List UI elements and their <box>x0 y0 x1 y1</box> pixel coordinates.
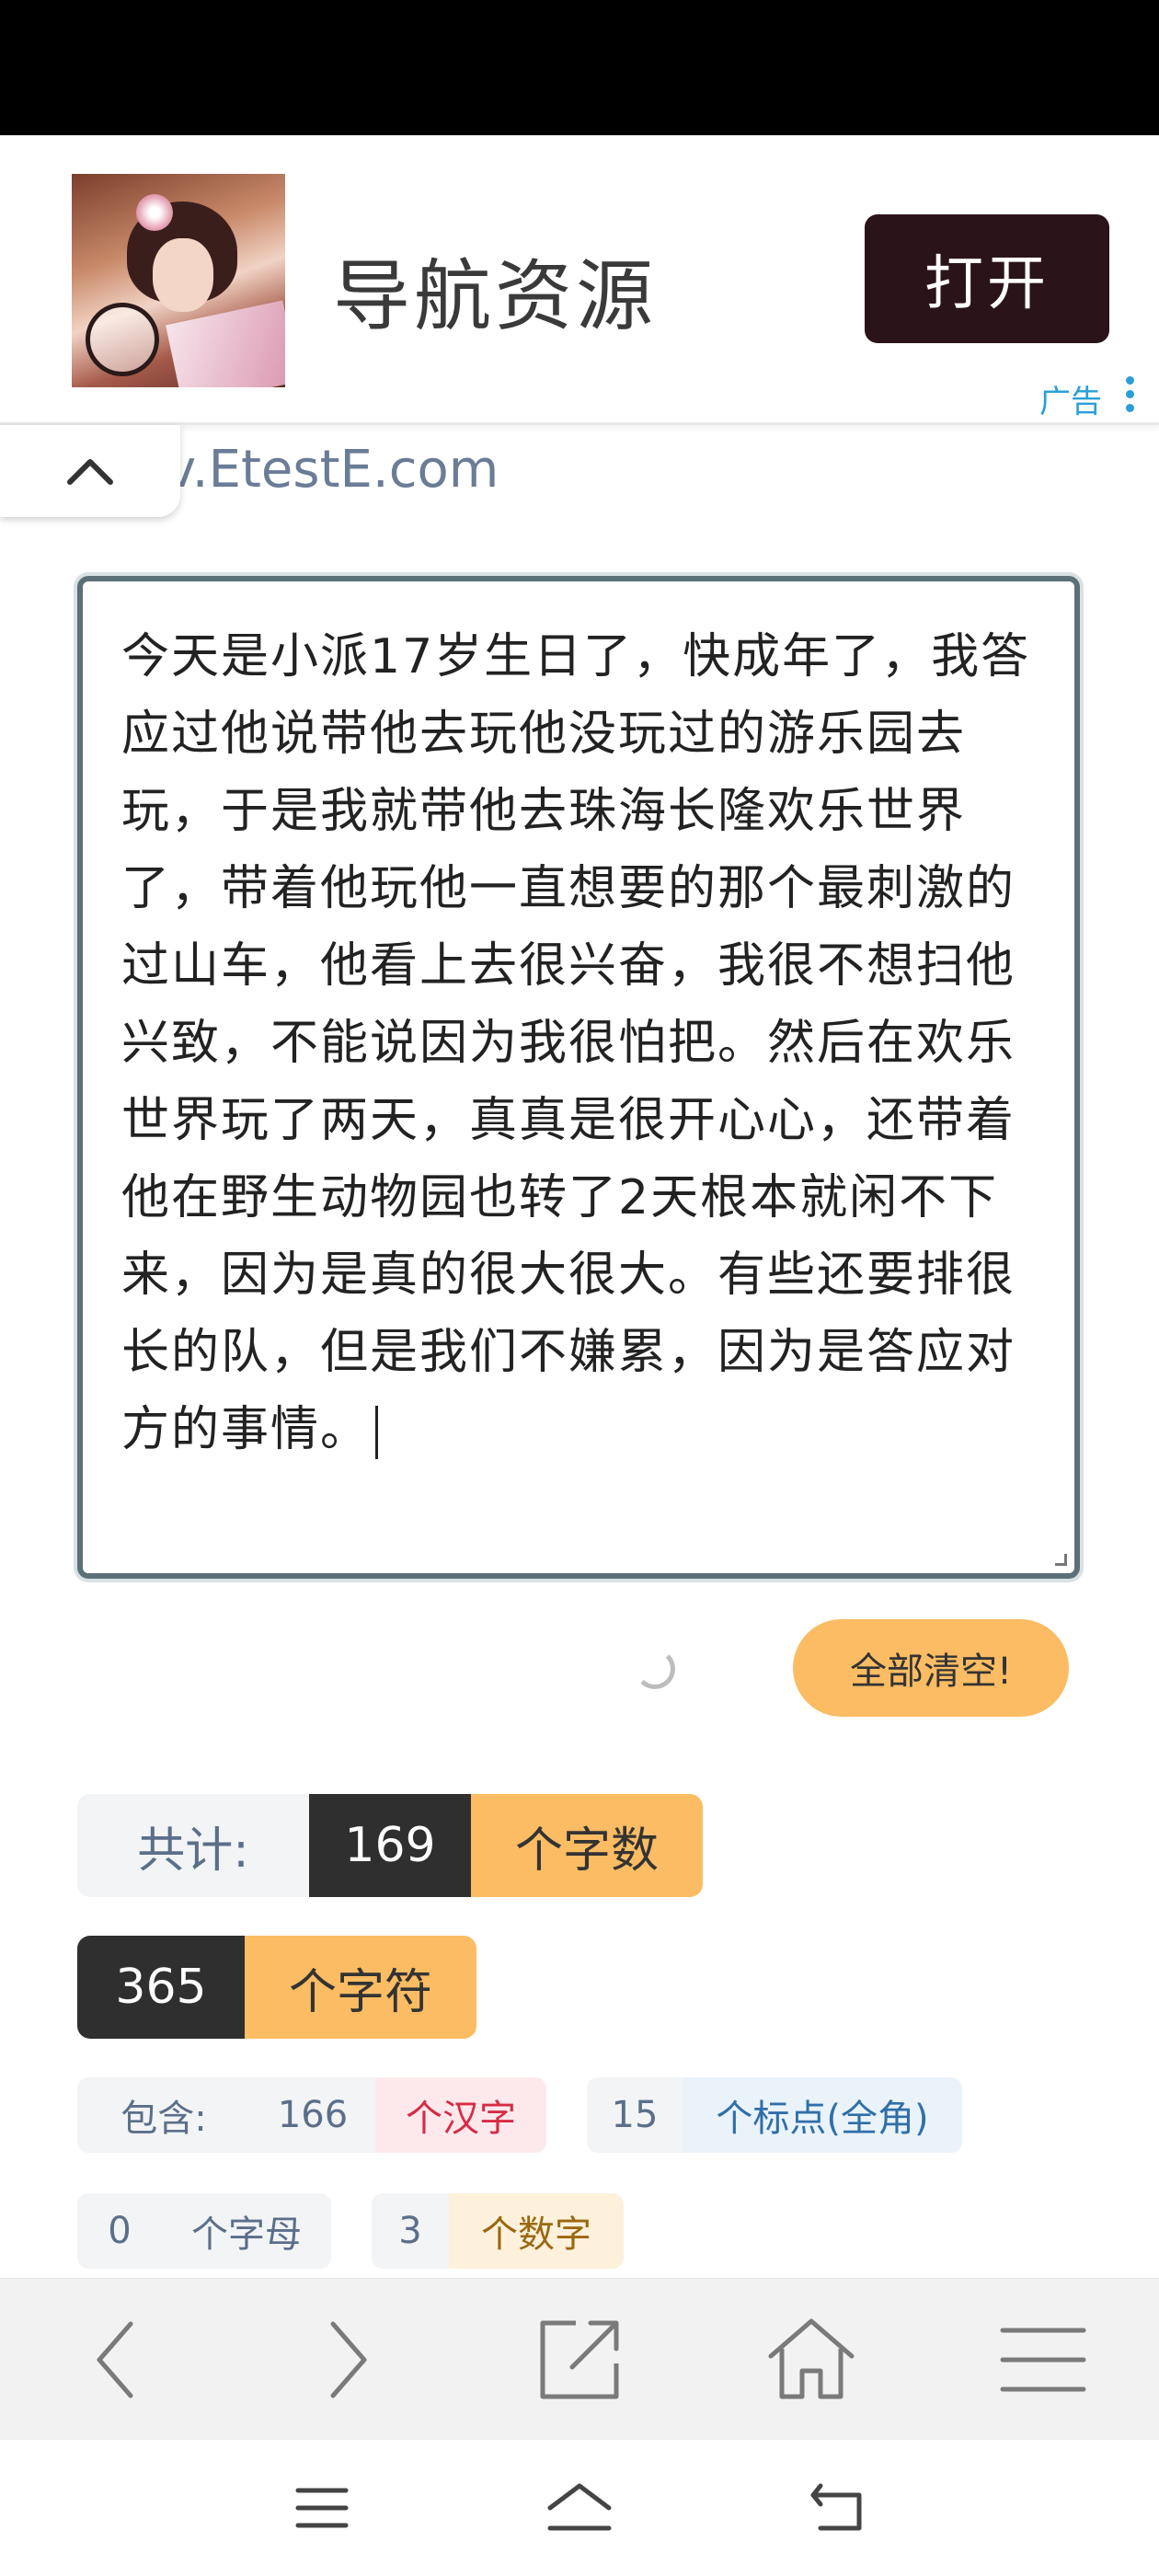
ad-image[interactable] <box>72 174 285 387</box>
menu-button[interactable] <box>927 2279 1159 2441</box>
recent-apps-button[interactable] <box>248 2440 396 2576</box>
site-url: v.EtestE.com <box>166 440 499 500</box>
resize-handle[interactable] <box>1055 1554 1067 1566</box>
system-back-icon <box>810 2483 862 2531</box>
home-button[interactable] <box>695 2279 927 2441</box>
ad-title[interactable]: 导航资源 <box>333 235 657 346</box>
punctuation-count-value: 15 <box>587 2077 683 2153</box>
status-bar <box>0 0 1159 135</box>
include-label: 包含: <box>77 2077 250 2153</box>
menu-icon <box>1000 2328 1086 2392</box>
word-count-unit: 个字数 <box>471 1794 703 1897</box>
digit-count-value: 3 <box>372 2193 449 2269</box>
ad-label: 广告 <box>1039 384 1102 420</box>
total-label: 共计: <box>77 1794 309 1897</box>
punctuation-count-unit: 个标点(全角) <box>683 2077 962 2153</box>
ad-open-button[interactable]: 打开 <box>865 214 1109 343</box>
system-home-button[interactable] <box>506 2440 653 2576</box>
text-cursor <box>375 1406 379 1459</box>
word-count-value: 169 <box>309 1794 471 1897</box>
text-input[interactable]: 今天是小派17岁生日了，快成年了，我答应过他说带他去玩他没玩过的游乐园去玩，于是… <box>77 576 1080 1579</box>
hanzi-count-value: 166 <box>250 2077 375 2153</box>
home-icon <box>768 2318 855 2399</box>
share-button[interactable] <box>464 2279 695 2441</box>
hanzi-count-unit: 个汉字 <box>375 2077 546 2153</box>
loading-spinner-icon <box>635 1649 675 1689</box>
ad-banner[interactable]: 导航资源 打开 广告 <box>0 135 1159 425</box>
forward-button[interactable] <box>232 2279 464 2441</box>
chevron-left-icon <box>97 2321 133 2398</box>
browser-toolbar <box>0 2278 1159 2441</box>
recent-apps-icon <box>295 2488 349 2528</box>
system-back-button[interactable] <box>763 2440 911 2576</box>
chevron-right-icon <box>330 2321 367 2398</box>
char-count-value: 365 <box>77 1936 245 2039</box>
more-vertical-icon[interactable] <box>1126 376 1135 417</box>
clear-all-button[interactable]: 全部清空! <box>793 1619 1069 1717</box>
letter-count-unit: 个字母 <box>162 2193 331 2269</box>
digit-count-unit: 个数字 <box>449 2193 624 2269</box>
chevron-up-icon <box>67 459 113 485</box>
collapse-ad-button[interactable] <box>0 425 180 517</box>
back-button[interactable] <box>0 2279 232 2441</box>
share-icon <box>540 2320 619 2399</box>
char-count-unit: 个字符 <box>245 1936 476 2039</box>
text-input-content: 今天是小派17岁生日了，快成年了，我答应过他说带他去玩他没玩过的游乐园去玩，于是… <box>121 629 1031 1457</box>
letter-count-value: 0 <box>77 2193 162 2269</box>
system-navigation-bar <box>0 2440 1159 2576</box>
system-home-icon <box>547 2483 612 2531</box>
